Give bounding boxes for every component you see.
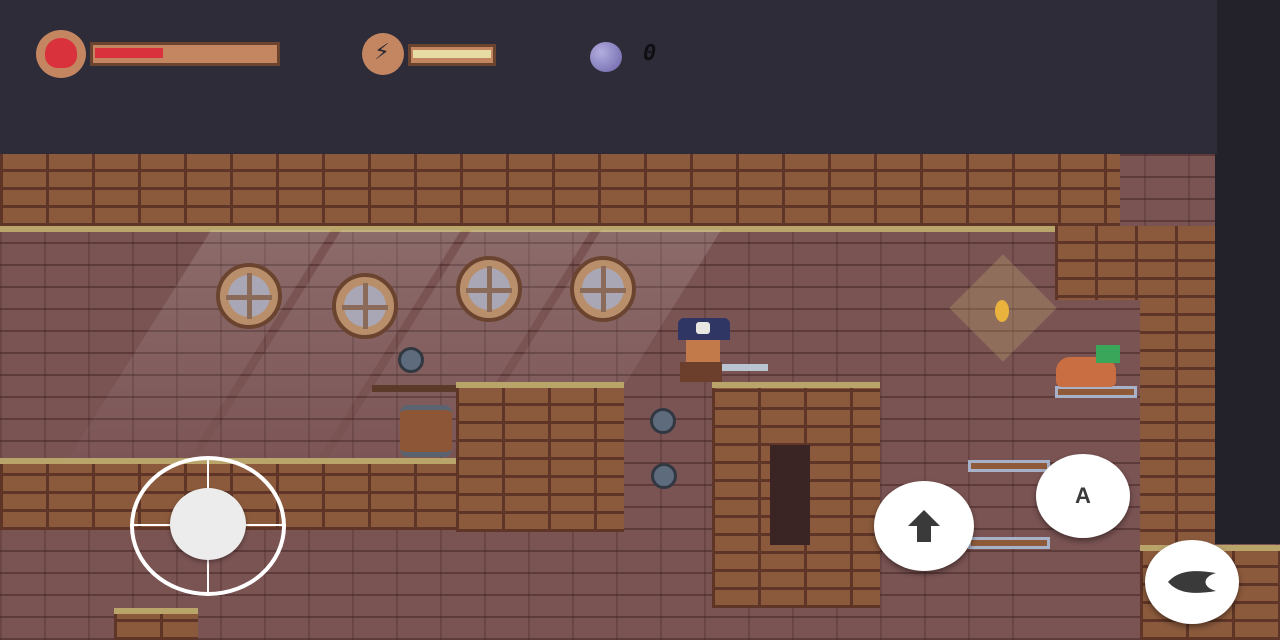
- cannonball: [650, 408, 676, 434]
- crab-enemy: [1042, 345, 1132, 400]
- jump-button[interactable]: [874, 481, 974, 571]
- porthole-window: [216, 263, 282, 329]
- lightning-bolt-icon: ⚡: [374, 40, 390, 65]
- wooden-shelf: [372, 385, 456, 392]
- dash-button[interactable]: [1145, 540, 1239, 624]
- crab-bandana: [1096, 345, 1120, 363]
- brick-pillar: [456, 382, 624, 532]
- cannonball: [651, 463, 677, 489]
- orb-count: 0: [643, 41, 657, 66]
- energy-bar-fill: [413, 50, 491, 58]
- hud-panel: [0, 0, 1217, 154]
- cannonball: [398, 347, 424, 373]
- health-bar-fill: [95, 48, 163, 58]
- skull-emblem-icon: [696, 322, 710, 334]
- pirate-face: [686, 340, 720, 362]
- porthole-window: [332, 273, 398, 339]
- wooden-plank-platform: [968, 537, 1050, 549]
- sword: [722, 364, 768, 371]
- ceiling-bricks: [0, 154, 1120, 232]
- dash-arrow-icon: [1168, 571, 1216, 593]
- pirate-player-character: [672, 318, 772, 384]
- attack-button-label: A: [1075, 483, 1091, 508]
- joystick-knob[interactable]: [170, 488, 246, 560]
- game-screen: ⚡ 0 A: [0, 0, 1280, 640]
- attack-button[interactable]: A: [1036, 454, 1130, 538]
- barrel: [400, 405, 452, 457]
- up-arrow-icon: [908, 510, 940, 542]
- outer-darkness: [1215, 154, 1280, 544]
- wooden-plank-platform: [968, 460, 1050, 472]
- lamp-flame-icon: [995, 300, 1009, 322]
- porthole-window: [456, 256, 522, 322]
- pillar-gap: [770, 445, 810, 545]
- floor-block: [114, 608, 198, 640]
- heart-icon: [45, 38, 77, 68]
- purple-orb-icon: [590, 42, 622, 72]
- pirate-body: [680, 362, 722, 382]
- porthole-window: [570, 256, 636, 322]
